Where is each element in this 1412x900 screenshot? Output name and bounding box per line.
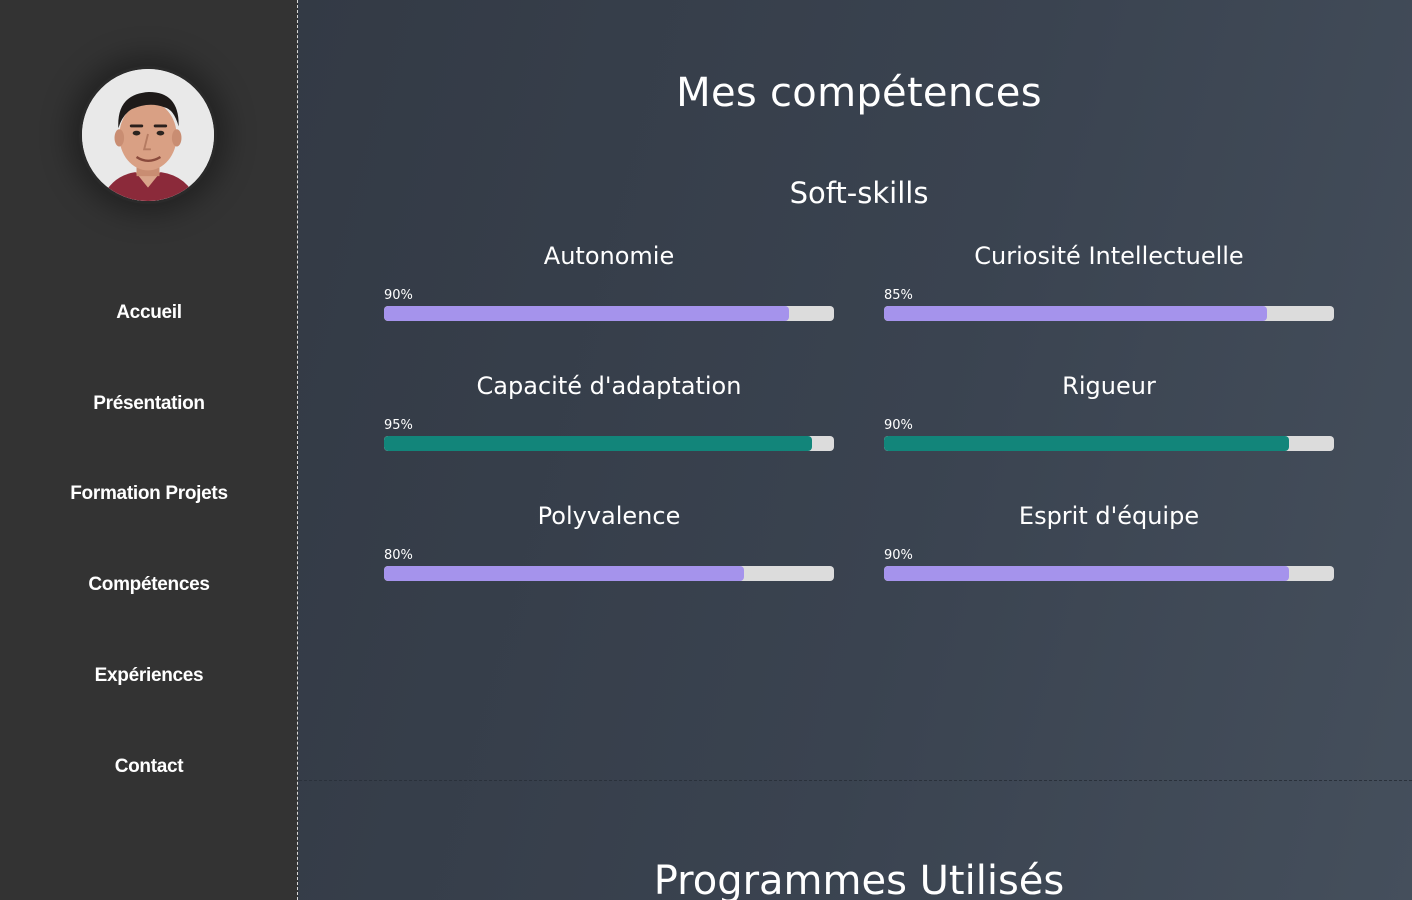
progress-fill [384, 436, 812, 451]
skill-percent: 95% [384, 418, 413, 433]
nav-item-contact[interactable]: Contact [0, 756, 298, 778]
progress-track [884, 306, 1334, 321]
skill-percent: 85% [884, 288, 913, 303]
nav-item-formation-projets[interactable]: Formation Projets [0, 483, 298, 505]
skill-percent: 90% [884, 418, 913, 433]
progress-fill [384, 566, 744, 581]
progress-track [384, 566, 834, 581]
page-title: Mes compétences [676, 70, 1042, 116]
profile-photo [82, 69, 214, 201]
progress-track [384, 306, 834, 321]
programs-section-title: Programmes Utilisés [653, 858, 1065, 900]
skill-name: Polyvalence [537, 502, 681, 530]
skill-name: Rigueur [1062, 372, 1156, 400]
skill-name: Autonomie [543, 242, 675, 270]
section-divider [299, 780, 1412, 781]
sidebar: Accueil Présentation Formation Projets C… [0, 0, 298, 900]
skill-percent: 90% [384, 288, 413, 303]
main-content: Mes compétences Soft-skills Autonomie 90… [299, 0, 1412, 900]
progress-track [884, 566, 1334, 581]
progress-fill [884, 306, 1267, 321]
nav-item-accueil[interactable]: Accueil [0, 302, 298, 324]
nav-item-presentation[interactable]: Présentation [0, 393, 298, 415]
skill-name: Esprit d'équipe [1018, 502, 1200, 530]
progress-fill [884, 436, 1289, 451]
skill-percent: 90% [884, 548, 913, 563]
nav-item-competences[interactable]: Compétences [0, 574, 298, 596]
skill-name: Curiosité Intellectuelle [974, 242, 1244, 270]
nav-item-experiences[interactable]: Expériences [0, 665, 298, 687]
skill-percent: 80% [384, 548, 413, 563]
progress-fill [884, 566, 1289, 581]
progress-track [884, 436, 1334, 451]
progress-fill [384, 306, 789, 321]
progress-track [384, 436, 834, 451]
section-subtitle: Soft-skills [789, 176, 929, 210]
avatar [79, 66, 217, 204]
skill-name: Capacité d'adaptation [476, 372, 742, 400]
